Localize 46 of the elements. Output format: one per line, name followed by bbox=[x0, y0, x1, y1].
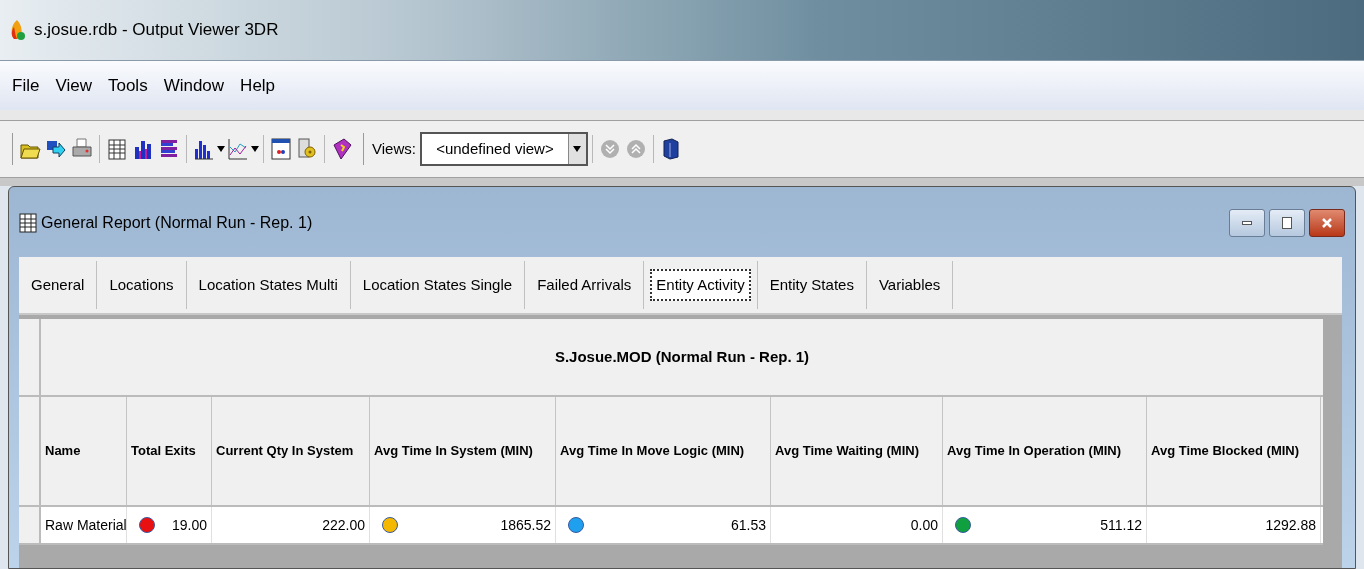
table-cell-text: 511.12 bbox=[1100, 515, 1142, 535]
views-label: Views: bbox=[372, 138, 416, 159]
views-dropdown[interactable]: <undefined view> bbox=[419, 132, 588, 166]
table-icon[interactable] bbox=[106, 137, 128, 161]
column-header: Avg Time In System (MIN) bbox=[370, 397, 556, 505]
report-tab[interactable]: Location States Single bbox=[356, 268, 519, 302]
column-header: Name bbox=[41, 397, 127, 505]
gear-document-icon[interactable] bbox=[296, 137, 318, 161]
table-cell-text: 1865.52 bbox=[500, 515, 551, 535]
column-header: Current Qty In System bbox=[212, 397, 370, 505]
menu-item[interactable]: View bbox=[55, 72, 92, 99]
caret-icon[interactable] bbox=[251, 146, 259, 152]
table-cell-text: 0.00 bbox=[910, 515, 938, 535]
minimize-button[interactable] bbox=[1229, 209, 1265, 237]
report-tab[interactable]: Location States Multi bbox=[192, 268, 344, 302]
column-header: Avg Time In Operation (MIN) bbox=[943, 397, 1147, 505]
report-tab[interactable]: Entity Activity bbox=[650, 268, 751, 302]
table-cell-text: 19.00 bbox=[171, 515, 207, 535]
report-tab[interactable]: Entity States bbox=[763, 268, 860, 302]
restore-button[interactable] bbox=[1269, 209, 1305, 237]
report-tab[interactable]: Failed Arrivals bbox=[531, 268, 638, 302]
menu-item[interactable]: Help bbox=[240, 72, 276, 99]
report-tab[interactable]: Variables bbox=[872, 268, 947, 302]
line-chart-icon[interactable] bbox=[227, 137, 249, 161]
column-header: Total Exits bbox=[127, 397, 212, 505]
report-tab[interactable]: Locations bbox=[103, 268, 180, 302]
window-icon[interactable] bbox=[270, 137, 292, 161]
table-cell-text: 1292.88 bbox=[1265, 515, 1316, 535]
table-icon bbox=[19, 213, 37, 233]
close-icon bbox=[1321, 217, 1333, 229]
close-button[interactable] bbox=[1309, 209, 1345, 237]
column-header: Avg Time In Move Logic (MIN) bbox=[556, 397, 771, 505]
caret-icon[interactable] bbox=[217, 146, 225, 152]
table-cell-text: Raw Material bbox=[45, 515, 127, 535]
menu-item[interactable]: Window bbox=[163, 72, 225, 99]
column-header: Avg Time Blocked (MIN) bbox=[1147, 397, 1321, 505]
column-header: Avg Time Waiting (MIN) bbox=[771, 397, 943, 505]
window-title: s.josue.rdb - Output Viewer 3DR bbox=[34, 19, 279, 42]
report-tab[interactable]: General bbox=[25, 268, 91, 302]
menu-item[interactable]: Tools bbox=[107, 72, 148, 99]
menu-item[interactable]: File bbox=[12, 72, 40, 99]
table-caption: S.Josue.MOD (Normal Run - Rep. 1) bbox=[553, 346, 811, 367]
caret-icon bbox=[573, 146, 582, 152]
table-cell-text: 61.53 bbox=[730, 515, 766, 535]
report-title: General Report (Normal Run - Rep. 1) bbox=[41, 213, 314, 233]
table-cell-text: 222.00 bbox=[322, 515, 365, 535]
